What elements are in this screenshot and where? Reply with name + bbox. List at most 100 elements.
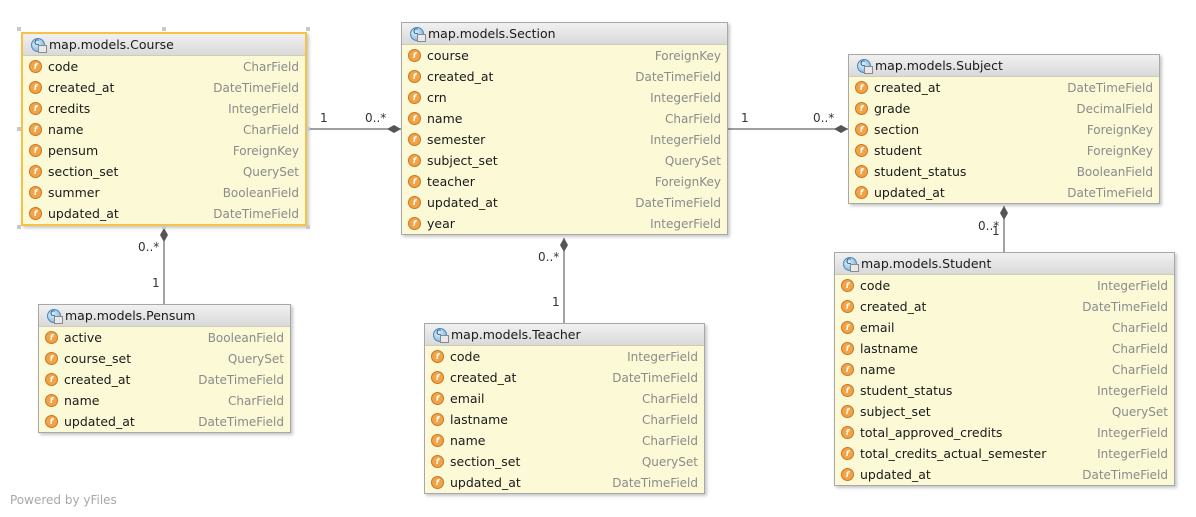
field-row[interactable]: f code CharField <box>23 56 305 77</box>
field-row[interactable]: f total_credits_actual_semester IntegerFie… <box>835 443 1174 464</box>
class-header[interactable]: map.models.Section <box>402 23 727 45</box>
class-header[interactable]: map.models.Course <box>23 34 305 56</box>
field-row[interactable]: f student_status IntegerField <box>835 380 1174 401</box>
field-row[interactable]: f updated_at DateTimeField <box>425 472 704 493</box>
field-row[interactable]: f teacher ForeignKey <box>402 171 727 192</box>
field-row[interactable]: f student ForeignKey <box>849 140 1159 161</box>
class-box-section[interactable]: map.models.SectionfcourseForeignKeyfcrea… <box>401 22 728 235</box>
field-row[interactable]: f section_set QuerySet <box>23 161 305 182</box>
field-row[interactable]: f student_status BooleanField <box>849 161 1159 182</box>
class-header[interactable]: map.models.Pensum <box>39 305 290 327</box>
field-row[interactable]: f updated_at DateTimeField <box>39 411 290 432</box>
field-row[interactable]: f created_at DateTimeField <box>849 77 1159 98</box>
field-row[interactable]: f updated_at DateTimeField <box>835 464 1174 485</box>
field-type: CharField <box>1112 362 1168 377</box>
field-name: created_at <box>874 80 941 95</box>
field-icon: f <box>855 123 868 136</box>
field-row[interactable]: f name CharField <box>23 119 305 140</box>
field-row[interactable]: f code IntegerField <box>425 346 704 367</box>
field-icon: f <box>431 413 444 426</box>
resize-handle[interactable] <box>162 27 166 31</box>
field-name: created_at <box>860 299 927 314</box>
field-type: IntegerField <box>228 101 299 116</box>
class-box-subject[interactable]: map.models.Subject f created_at DateTimeFie… <box>848 54 1160 204</box>
field-row[interactable]: f course ForeignKey <box>402 45 727 66</box>
field-row[interactable]: f total_approved_credits IntegerField <box>835 422 1174 443</box>
field-name: course <box>427 48 469 63</box>
field-row[interactable]: f created_at DateTimeField <box>835 296 1174 317</box>
field-row[interactable]: f created_at DateTimeField <box>39 369 290 390</box>
resize-handle[interactable] <box>17 27 21 31</box>
field-icon: f <box>431 476 444 489</box>
field-type: DateTimeField <box>1082 299 1168 314</box>
field-type: CharField <box>1112 320 1168 335</box>
field-row[interactable]: f email CharField <box>835 317 1174 338</box>
class-title: map.models.Teacher <box>451 327 581 342</box>
field-row[interactable]: f lastname CharField <box>835 338 1174 359</box>
field-row[interactable]: f name CharField <box>835 359 1174 380</box>
field-row[interactable]: f name CharField <box>39 390 290 411</box>
field-type: DateTimeField <box>1082 467 1168 482</box>
resize-handle[interactable] <box>162 225 166 229</box>
field-name: course_set <box>64 351 132 366</box>
field-name: lastname <box>450 412 508 427</box>
class-box-course[interactable]: map.models.CoursefcodeCharFieldfcreated_… <box>21 32 307 226</box>
field-row[interactable]: f created_at DateTimeField <box>23 77 305 98</box>
field-row[interactable]: f name CharField <box>425 430 704 451</box>
field-row[interactable]: f created_at DateTimeField <box>425 367 704 388</box>
resize-handle[interactable] <box>306 27 310 31</box>
field-name: name <box>427 111 463 126</box>
field-name: email <box>860 320 895 335</box>
field-row[interactable]: f active BooleanField <box>39 327 290 348</box>
field-row[interactable]: f code IntegerField <box>835 275 1174 296</box>
field-row[interactable]: f updated_at DateTimeField <box>402 192 727 213</box>
field-row[interactable]: f year IntegerField <box>402 213 727 234</box>
class-header[interactable]: map.models.Teacher <box>425 324 704 346</box>
field-row[interactable]: f crn IntegerField <box>402 87 727 108</box>
field-type: ForeignKey <box>1086 122 1153 137</box>
field-icon: f <box>45 331 58 344</box>
field-type: QuerySet <box>641 454 698 469</box>
class-box-student[interactable]: map.models.Student fcodeIntegerField f crea… <box>834 252 1175 486</box>
resize-handle[interactable] <box>306 127 310 131</box>
field-row[interactable]: f section_set QuerySet <box>425 451 704 472</box>
composition-diamond <box>387 125 401 133</box>
field-row[interactable]: f semester IntegerField <box>402 129 727 150</box>
field-type: ForeignKey <box>232 143 299 158</box>
resize-handle[interactable] <box>17 127 21 131</box>
field-type: CharField <box>642 433 698 448</box>
class-box-pensum[interactable]: map.models.PensumfactiveBooleanFieldfcou… <box>38 304 291 433</box>
field-row[interactable]: f updated_at DateTimeField <box>23 203 305 224</box>
field-row[interactable]: f subject_set QuerySet <box>835 401 1174 422</box>
field-row[interactable]: f created_at DateTimeField <box>402 66 727 87</box>
field-row[interactable]: f course_set QuerySet <box>39 348 290 369</box>
field-name: created_at <box>427 69 494 84</box>
field-row[interactable]: f updated_at DateTimeField <box>849 182 1159 203</box>
field-row[interactable]: f name CharField <box>402 108 727 129</box>
class-header[interactable]: map.models.Subject <box>849 55 1159 77</box>
field-type: QuerySet <box>242 164 299 179</box>
field-type: IntegerField <box>1097 383 1168 398</box>
field-icon: f <box>841 384 854 397</box>
field-name: total_credits_actual_semester <box>860 446 1047 461</box>
field-row[interactable]: f credits IntegerField <box>23 98 305 119</box>
field-row[interactable]: f summer BooleanField <box>23 182 305 203</box>
field-row[interactable]: f lastname CharField <box>425 409 704 430</box>
class-title: map.models.Student <box>861 256 992 271</box>
resize-handle[interactable] <box>306 225 310 229</box>
powered-by-footer: Powered by yFiles <box>10 493 117 507</box>
field-row[interactable]: f email CharField <box>425 388 704 409</box>
field-row[interactable]: f subject_set QuerySet <box>402 150 727 171</box>
field-type: IntegerField <box>1097 278 1168 293</box>
field-icon: f <box>855 186 868 199</box>
field-name: section <box>874 122 920 137</box>
field-row[interactable]: f section ForeignKey <box>849 119 1159 140</box>
class-header[interactable]: map.models.Student <box>835 253 1174 275</box>
resize-handle[interactable] <box>17 225 21 229</box>
field-row[interactable]: f pensum ForeignKey <box>23 140 305 161</box>
field-name: updated_at <box>48 206 119 221</box>
field-row[interactable]: f grade DecimalField <box>849 98 1159 119</box>
field-type: IntegerField <box>1097 425 1168 440</box>
class-box-teacher[interactable]: map.models.Teacher fcodeIntegerFieldfcrea… <box>424 323 705 494</box>
field-icon: f <box>29 123 42 136</box>
